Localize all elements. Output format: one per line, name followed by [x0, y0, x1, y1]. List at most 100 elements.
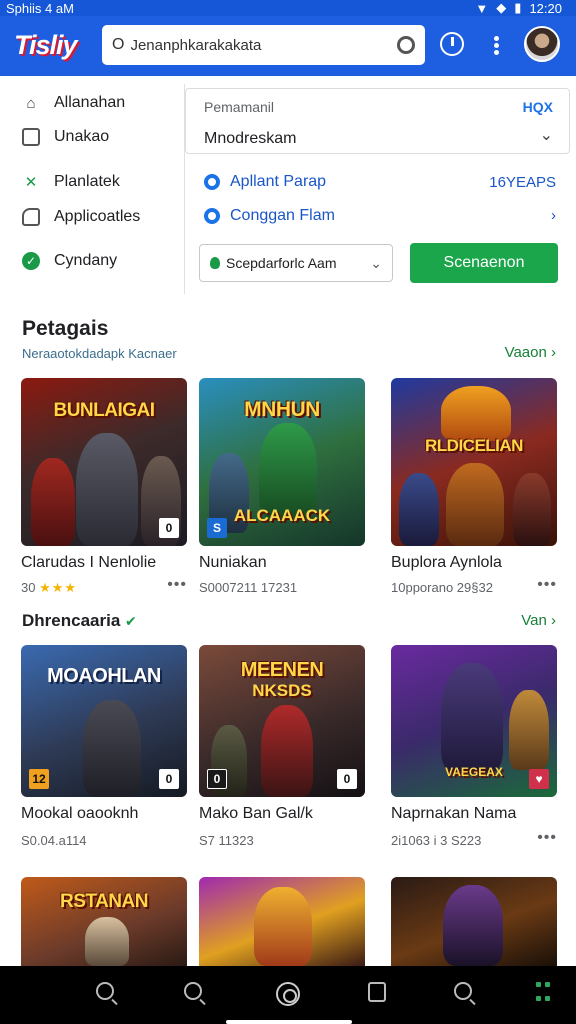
chevron-down-icon: ⌄ [539, 127, 553, 144]
age-rating-badge: 0 [159, 518, 179, 538]
view-all-link[interactable]: Vaaon › [505, 344, 556, 361]
nav-library-icon[interactable] [368, 982, 386, 1002]
sidebar-item-label: Unakao [54, 128, 110, 145]
game-meta: 2i1063 i 3 S223 [391, 833, 482, 848]
search-icon[interactable] [397, 36, 415, 54]
section-subtitle: Neraaotokdadapk Kacnaer [22, 346, 177, 361]
sidebar-item-label: Cyndany [54, 252, 118, 269]
sidebar-item-label: Applicoatles [54, 208, 141, 225]
card-menu-icon[interactable]: ••• [167, 576, 187, 594]
card-menu-icon[interactable]: ••• [537, 829, 557, 847]
badge-left: 12 [29, 769, 49, 789]
option-label: Conggan Flam [230, 207, 335, 224]
card-menu-icon[interactable]: ••• [537, 576, 557, 594]
battery-icon: ▮ [514, 0, 522, 15]
option-value: 16YEAPS [489, 174, 556, 191]
game-card[interactable] [391, 877, 557, 966]
signal-icon: ▼ [475, 0, 489, 16]
game-thumbnail[interactable]: BUNLAIGAI 0 [21, 378, 187, 546]
rating-stars: ★★★ [39, 580, 78, 595]
sidebar-item-cyndany[interactable]: ✓ Cyndany [22, 252, 117, 270]
nav-search-icon[interactable] [96, 982, 114, 1000]
status-bar: Sphiis 4 aM ▼ ◆ ▮ 12:20 [0, 0, 576, 16]
check-circle-icon: ✓ [22, 252, 40, 270]
wifi-icon: ◆ [496, 0, 507, 15]
location-select[interactable]: Scepdarforlc Aam ⌄ [199, 244, 393, 282]
sidebar-item-unakao[interactable]: Unakao [22, 128, 109, 146]
nav-home-icon[interactable] [276, 982, 300, 1006]
game-title: Mookal oaooknh [21, 805, 139, 822]
age-rating-badge: 0 [159, 769, 179, 789]
game-card[interactable]: RLDICELIAN Buplora Aynlola 10pporano 29§… [391, 378, 557, 595]
bottom-navigation [0, 966, 576, 1024]
status-time: 12:20 [529, 0, 562, 16]
search-bar[interactable]: O Jenanphkarakakata [102, 25, 425, 65]
nav-apps-icon[interactable] [536, 982, 550, 1006]
sidebar-item-allanahan[interactable]: ⌂ Allanahan [22, 94, 125, 112]
game-art-title: MEENEN [240, 659, 324, 681]
game-art-title: BUNLAIGAI [53, 400, 155, 421]
view-all-link[interactable]: Van › [521, 612, 556, 629]
category-dropdown[interactable]: Pemamanil HQX Mnodreskam ⌄ [185, 88, 570, 154]
sidebar-item-planlatek[interactable]: ✕ Planlatek [22, 173, 120, 191]
dropdown-value: Mnodreskam [204, 130, 297, 147]
game-card[interactable]: VAEGEAX ♥ Naprnakan Nama 2i1063 i 3 S223… [391, 645, 557, 848]
search-input[interactable]: Jenanphkarakakata [130, 37, 397, 54]
game-card[interactable]: MNHUN ALCAAACK S Nuniakan S0007211 17231 [199, 378, 365, 595]
game-title: Clarudas I Nenlolie [21, 554, 157, 571]
game-meta: S0007211 17231 [199, 580, 298, 595]
apps-icon [22, 208, 40, 226]
sidebar-item-applicoatles[interactable]: Applicoatles [22, 208, 140, 226]
game-meta: S7 11323 [199, 833, 254, 848]
game-thumbnail[interactable] [199, 877, 365, 966]
option-apllant-parap[interactable]: Apllant Parap [204, 173, 326, 191]
game-card[interactable] [199, 877, 365, 966]
nav-explore-icon[interactable] [184, 982, 202, 1000]
app-root: Sphiis 4 aM ▼ ◆ ▮ 12:20 Tisliy O Jenanph… [0, 0, 576, 1024]
game-art-title: RLDICELIAN [425, 436, 523, 455]
home-indicator[interactable] [226, 1020, 352, 1024]
home-icon: ⌂ [26, 94, 36, 112]
chevron-down-icon: ⌄ [370, 254, 382, 271]
game-thumbnail[interactable]: MNHUN ALCAAACK S [199, 378, 365, 546]
game-title: Buplora Aynlola [391, 554, 502, 571]
verified-check-icon: ✔ [125, 613, 137, 629]
option-conggan-flam[interactable]: Conggan Flam [204, 207, 335, 225]
game-meta: 10pporano 29§32 [391, 580, 493, 595]
heart-icon[interactable]: ♥ [529, 769, 549, 789]
history-icon[interactable] [440, 32, 464, 56]
game-thumbnail[interactable]: RSTANAN [21, 877, 187, 966]
game-thumbnail[interactable]: MEENEN NKSDS 0 0 [199, 645, 365, 797]
status-carrier: Sphiis 4 aM [6, 0, 74, 16]
game-title: Naprnakan Nama [391, 805, 517, 822]
age-rating-badge: 0 [337, 769, 357, 789]
game-thumbnail[interactable]: MOAOHLAN 12 0 [21, 645, 187, 797]
game-meta: 30 ★★★ [21, 580, 78, 595]
search-button[interactable]: Scenaenon [410, 243, 558, 283]
sidebar: ⌂ Allanahan Unakao ✕ Planlatek Applicoat… [0, 84, 185, 294]
game-art-subtitle: NKSDS [252, 681, 312, 700]
dropdown-tag: HQX [522, 99, 553, 115]
badge-left: S [207, 518, 227, 538]
game-meta: S0.04.a114 [21, 833, 87, 848]
chevron-right-icon[interactable]: › [551, 207, 556, 224]
game-card[interactable]: MEENEN NKSDS 0 0 Mako Ban Gal/k S7 11323 [199, 645, 365, 848]
section-title: Dhrencaaria ✔ [22, 611, 137, 630]
option-label: Apllant Parap [230, 173, 327, 190]
game-art-title: MOAOHLAN [47, 665, 161, 687]
game-card[interactable]: BUNLAIGAI 0 Clarudas I Nenlolie 30 ★★★ •… [21, 378, 187, 595]
game-art-title: RSTANAN [60, 891, 148, 912]
avatar[interactable] [524, 26, 560, 62]
app-logo[interactable]: Tisliy [14, 30, 78, 61]
radio-icon[interactable] [204, 174, 220, 190]
box-icon [22, 128, 40, 146]
more-options-icon[interactable] [494, 36, 500, 56]
app-header: Tisliy O Jenanphkarakakata [0, 16, 576, 76]
radio-icon[interactable] [204, 208, 220, 224]
game-thumbnail[interactable]: VAEGEAX ♥ [391, 645, 557, 797]
game-card[interactable]: RSTANAN [21, 877, 187, 966]
game-card[interactable]: MOAOHLAN 12 0 Mookal oaooknh S0.04.a114 [21, 645, 187, 848]
game-thumbnail[interactable] [391, 877, 557, 966]
nav-find-icon[interactable] [454, 982, 472, 1000]
game-thumbnail[interactable]: RLDICELIAN [391, 378, 557, 546]
